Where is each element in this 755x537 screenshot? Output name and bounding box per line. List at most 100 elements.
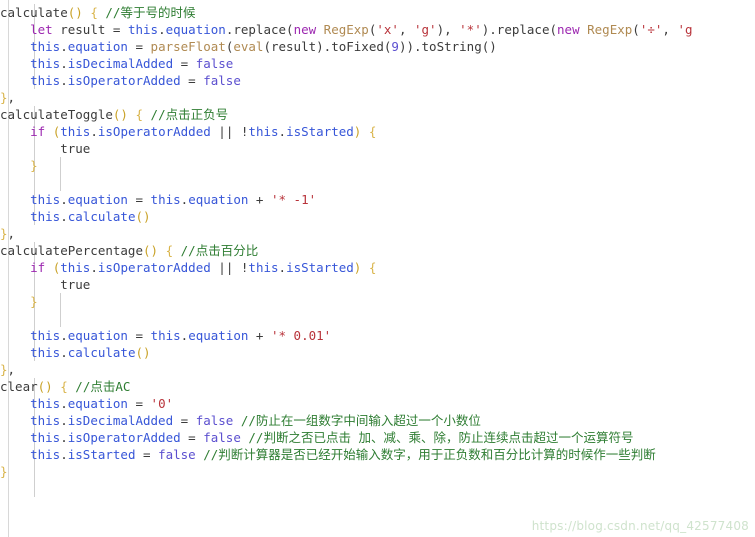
code-line[interactable]: } — [0, 293, 755, 310]
code-token: isDecimalAdded — [67, 413, 174, 428]
code-token: . — [60, 39, 68, 54]
code-line[interactable]: calculatePercentage() { //点击百分比 — [0, 242, 755, 259]
code-token: . — [90, 124, 98, 139]
code-line[interactable]: this.isOperatorAdded = false — [0, 72, 755, 89]
code-token: this — [30, 73, 61, 88]
code-token: . — [60, 413, 68, 428]
code-line[interactable]: this.isDecimalAdded = false — [0, 55, 755, 72]
code-token: . — [60, 328, 68, 343]
code-line[interactable]: true — [0, 140, 755, 157]
code-token: eval — [233, 39, 264, 54]
code-line[interactable]: this.equation = parseFloat(eval(result).… — [0, 38, 755, 55]
code-token: } — [0, 464, 8, 479]
code-token: //防止在一组数字中间输入超过一个小数位 — [240, 413, 481, 428]
code-token: = — [173, 413, 196, 428]
code-line[interactable]: this.equation = '0' — [0, 395, 755, 412]
code-token: = — [105, 22, 128, 37]
code-line[interactable]: this.equation = this.equation + '* 0.01' — [0, 327, 755, 344]
code-editor[interactable]: calculate() { //等于号的时候 let result = this… — [0, 0, 755, 537]
code-token: isStarted — [286, 260, 354, 275]
watermark-text: https://blog.csdn.net/qq_42577408 — [531, 519, 749, 533]
code-line[interactable]: if (this.isOperatorAdded || !this.isStar… — [0, 259, 755, 276]
code-token: = — [180, 73, 204, 88]
code-token: . — [158, 22, 166, 37]
code-token: , — [7, 362, 16, 377]
code-token: isOperatorAdded — [67, 73, 181, 88]
code-token: { — [135, 107, 144, 122]
code-token: '÷' — [639, 22, 663, 37]
code-token: { — [368, 260, 377, 275]
code-line[interactable]: this.isDecimalAdded = false //防止在一组数字中间输… — [0, 412, 755, 429]
code-token: . — [60, 209, 68, 224]
code-token: this — [150, 328, 181, 343]
code-token: } — [0, 90, 8, 105]
code-token: = — [180, 430, 204, 445]
code-token: isOperatorAdded — [97, 260, 211, 275]
code-token: || — [218, 124, 234, 139]
code-token: + — [248, 192, 271, 207]
code-token: result — [270, 39, 317, 54]
code-token: this — [30, 39, 61, 54]
code-token: '* 0.01' — [270, 328, 332, 343]
code-token: let — [30, 22, 53, 37]
code-token: , — [7, 226, 16, 241]
code-token: } — [30, 158, 38, 173]
code-token: true — [60, 141, 91, 156]
code-token: . — [60, 56, 68, 71]
code-token: } — [0, 362, 8, 377]
code-token: () — [135, 345, 151, 360]
code-token: () — [37, 379, 53, 394]
code-token: { — [165, 243, 174, 258]
code-line[interactable] — [0, 174, 755, 191]
code-token: equation — [165, 22, 226, 37]
code-token: isDecimalAdded — [67, 56, 174, 71]
code-line[interactable]: }, — [0, 225, 755, 242]
code-token: + — [248, 328, 271, 343]
code-line[interactable]: if (this.isOperatorAdded || !this.isStar… — [0, 123, 755, 140]
code-line[interactable]: calculate() { //等于号的时候 — [0, 4, 755, 21]
code-token: ( — [632, 22, 640, 37]
code-line[interactable]: this.isOperatorAdded = false //判断之否已点击 加… — [0, 429, 755, 446]
code-line[interactable]: calculateToggle() { //点击正负号 — [0, 106, 755, 123]
code-token: . — [60, 192, 68, 207]
code-line[interactable]: this.isStarted = false //判断计算器是否已经开始输入数字… — [0, 446, 755, 463]
code-line[interactable]: this.equation = this.equation + '* -1' — [0, 191, 755, 208]
code-token: , — [7, 90, 16, 105]
code-line[interactable]: this.calculate() — [0, 344, 755, 361]
code-line[interactable]: let result = this.equation.replace(new R… — [0, 21, 755, 38]
code-line[interactable]: this.calculate() — [0, 208, 755, 225]
code-line[interactable] — [0, 310, 755, 327]
code-line[interactable]: } — [0, 157, 755, 174]
code-token: isOperatorAdded — [97, 124, 211, 139]
code-token: = — [127, 396, 151, 411]
code-line[interactable]: clear() { //点击AC — [0, 378, 755, 395]
code-line[interactable]: }, — [0, 89, 755, 106]
code-line[interactable]: } — [0, 463, 755, 480]
code-token: //点击AC — [75, 379, 131, 394]
code-line[interactable]: true — [0, 276, 755, 293]
code-token: calculateToggle — [0, 107, 113, 122]
code-token: } — [0, 226, 8, 241]
code-token: replace — [496, 22, 550, 37]
code-token: RegExp — [323, 22, 369, 37]
code-token: this — [30, 447, 61, 462]
code-token: equation — [67, 192, 128, 207]
code-lines[interactable]: calculate() { //等于号的时候 let result = this… — [0, 4, 755, 480]
code-line[interactable]: }, — [0, 361, 755, 378]
code-token: new — [557, 22, 580, 37]
